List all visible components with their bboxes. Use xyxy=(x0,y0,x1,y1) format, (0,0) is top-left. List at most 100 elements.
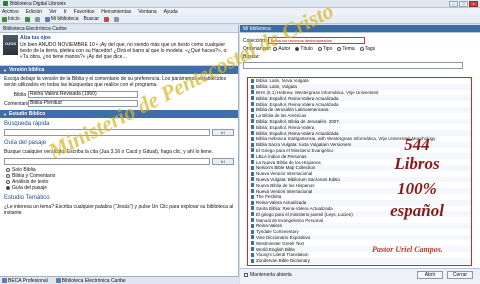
book-icon xyxy=(251,131,254,136)
my-library-title: Mi biblioteca xyxy=(240,25,480,33)
book-title: Reina-Valera Actualizada xyxy=(256,200,307,206)
open-button[interactable]: Abrir xyxy=(417,271,443,279)
book-icon xyxy=(251,235,254,240)
library-search-input[interactable] xyxy=(243,62,463,69)
search-label: Buscar xyxy=(83,16,100,22)
book-list-item[interactable]: Zondervan Bible Dictionary xyxy=(248,257,471,264)
passage-go-button[interactable]: Ir! xyxy=(212,158,234,165)
search-label: Buscar: xyxy=(243,54,260,60)
sort-label-text: Tipo xyxy=(322,46,333,52)
sort-autor[interactable]: Autor xyxy=(273,46,290,52)
book-title: Nueva Versión Internacional xyxy=(256,188,313,194)
book-title: Biblia: Español, Reina-Valera Actualizad… xyxy=(256,130,339,136)
book-icon xyxy=(251,200,254,205)
home-button[interactable]: Inicio xyxy=(2,16,20,22)
book-icon xyxy=(251,125,254,130)
book-icon xyxy=(251,247,254,251)
bible-select[interactable]: Reina Valera Revisada (1960) xyxy=(28,91,138,98)
maximize-button[interactable]: □ xyxy=(459,1,468,7)
menu-ver[interactable]: Ver xyxy=(49,9,57,15)
window-title: Biblioteca Digital Libronix xyxy=(10,0,66,7)
menu-ir[interactable]: Ir xyxy=(64,9,67,15)
book-icon xyxy=(251,84,254,89)
forward-arrow-icon xyxy=(34,16,40,22)
devotional-title[interactable]: Alza tus ojos xyxy=(20,35,51,41)
home-panel: Biblioteca Electrónica Caribe OJOS Alza … xyxy=(0,25,239,276)
radio-circle-icon xyxy=(273,47,278,51)
book-title: LBLA índice de Personas xyxy=(256,153,307,159)
print-button[interactable] xyxy=(114,16,120,22)
book-title: Tyndale Commentary xyxy=(256,229,299,235)
sort-label: Ordenar por: xyxy=(243,46,272,52)
refresh-button[interactable] xyxy=(104,16,110,22)
book-title: Biblia: Español, Reina-Valera xyxy=(256,124,315,130)
book-icon xyxy=(251,189,254,194)
book-icon xyxy=(251,90,254,95)
window-titlebar: Biblioteca Digital Libronix – □ × xyxy=(0,0,480,8)
toolbar: Inicio Mi biblioteca Buscar xyxy=(0,15,480,24)
devotional-cover[interactable]: OJOS xyxy=(3,35,18,55)
book-icon xyxy=(251,252,254,257)
window-controls: – □ × xyxy=(449,1,478,7)
quick-search-input[interactable] xyxy=(4,129,210,136)
book-title: Zondervan Bible Dictionary xyxy=(256,258,311,264)
book-title: Santa Biblia: Reina-Valera Actualizada xyxy=(256,205,333,211)
tab-biblioteca-caribe[interactable]: Biblioteca Electrónica Caribe xyxy=(55,277,126,284)
book-title: Biblia: Latin, Nova Vulgata xyxy=(256,78,309,84)
my-library-button[interactable]: Mi biblioteca xyxy=(44,16,78,22)
menu-edicion[interactable]: Edición xyxy=(26,9,42,15)
keep-open-label: Mantenerla abierta xyxy=(250,272,292,278)
collapse-triangle-icon: ▼ xyxy=(3,67,7,73)
menu-favoritos[interactable]: Favoritos xyxy=(74,9,95,15)
sort-tema[interactable]: Tema xyxy=(337,46,355,52)
radio-guia-pasaje[interactable]: Guía del pasaje xyxy=(6,185,232,191)
home-icon xyxy=(2,16,7,22)
tab-label: Biblioteca Electrónica Caribe xyxy=(61,277,126,284)
close-button[interactable]: × xyxy=(469,1,478,7)
version-section-header[interactable]: ▼ Versión bíblica xyxy=(0,66,238,74)
minimize-button[interactable]: – xyxy=(449,1,458,7)
app-logo-icon xyxy=(3,1,8,6)
bible-label: Biblia xyxy=(13,91,26,98)
print-icon xyxy=(114,16,120,22)
book-title: Young's Literal Translation xyxy=(256,252,309,258)
search-button[interactable]: Buscar xyxy=(83,16,99,22)
version-description: Escoja debajo la versión de la Biblia y … xyxy=(4,76,227,88)
forward-button[interactable] xyxy=(34,16,40,22)
sort-titulo[interactable]: Título xyxy=(295,46,313,52)
devotional-text: Un bien ANUDO NOVIEMBRE 10 • ¡Ay del que… xyxy=(20,42,228,60)
collection-select[interactable]: Todos los recursos desbloqueados xyxy=(268,37,366,44)
quick-search-go-button[interactable]: Ir! xyxy=(212,129,234,136)
book-icon xyxy=(251,229,254,234)
book-icon xyxy=(251,102,254,107)
menu-archivo[interactable]: Archivo xyxy=(2,9,19,15)
book-title: Biblia: Latin, Vulgata xyxy=(256,84,297,90)
book-title: El Griego para el Ministerio Evangélico xyxy=(256,147,334,153)
keep-open-checkbox[interactable]: Mantenerla abierta xyxy=(244,272,292,278)
sort-tags[interactable]: Tags xyxy=(359,46,375,52)
book-title: BHS (5.1) Hebrew, Westergrass Informátic… xyxy=(256,89,379,95)
book-title: Reina-Valera xyxy=(256,223,282,229)
menu-ayuda[interactable]: Ayuda xyxy=(164,9,178,15)
menu-bar: Archivo Edición Ver Ir Favoritos Herrami… xyxy=(0,8,480,15)
book-title: Nueva Biblia de los Hispanos xyxy=(256,182,315,188)
book-icon xyxy=(251,113,254,118)
tab-beca-profesional[interactable]: BECA Profesional xyxy=(2,278,48,284)
tab-label: BECA Profesional xyxy=(8,277,48,284)
overlay-percent: 100% xyxy=(397,179,437,198)
book-icon xyxy=(251,154,254,159)
study-section-header[interactable]: ▼ Estudio Bíblico xyxy=(0,110,238,118)
book-icon xyxy=(251,177,254,182)
book-title: Biblia: Español, Reina-Valera Actualizad… xyxy=(256,101,339,107)
cancel-button[interactable]: Cerrar xyxy=(447,271,473,279)
menu-ventana[interactable]: Ventana xyxy=(138,9,156,15)
passage-search-row: Ir! xyxy=(0,157,238,166)
library-footer: Mantenerla abierta Abrir Cerrar xyxy=(240,268,480,284)
sort-tipo[interactable]: Tipo xyxy=(317,46,333,52)
menu-herramientas[interactable]: Herramientas xyxy=(101,9,131,15)
back-button[interactable] xyxy=(24,16,30,22)
commentary-select[interactable]: Biblia Plenitud xyxy=(28,100,138,107)
passage-input[interactable] xyxy=(4,158,210,165)
passage-guide-text: Busque cualquier versículo. Escriba la c… xyxy=(4,149,213,155)
book-icon xyxy=(251,241,254,246)
